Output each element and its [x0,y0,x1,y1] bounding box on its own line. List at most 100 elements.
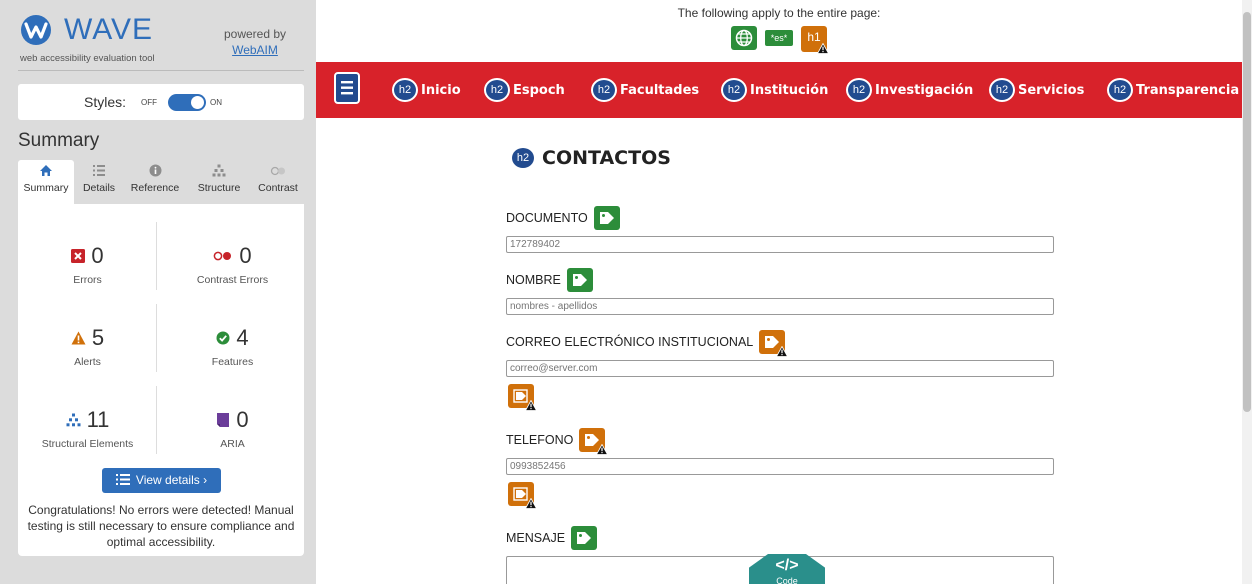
label-feature-icon[interactable] [571,526,598,550]
tab-contrast[interactable]: Contrast [252,160,304,204]
list-structure-icon[interactable] [334,72,360,104]
telefono-label: TELEFONO [506,428,609,455]
summary-panel: 0 Errors 0 Contrast Errors 5 Alerts 4 Fe… [18,204,304,556]
stat-errors[interactable]: 0 Errors [18,240,157,286]
structure-icon [66,413,81,427]
wave-logo-icon [21,15,51,45]
webaim-link[interactable]: WebAIM [210,42,300,58]
scrollbar-thumb[interactable] [1243,12,1251,412]
aria-label: ARIA [220,438,245,450]
stat-features[interactable]: 4 Features [163,322,302,368]
divider [18,70,304,71]
list-icon [115,474,130,485]
field-label-text: DOCUMENTO [506,211,588,225]
documento-input[interactable] [506,236,1054,253]
h2-badge: h2 [591,78,617,102]
input-alert-icon[interactable] [508,482,537,509]
tab-structure[interactable]: Structure [188,160,250,204]
stat-alerts[interactable]: 5 Alerts [18,322,157,368]
stat-contrast-errors[interactable]: 0 Contrast Errors [163,240,302,286]
h2-badge: h2 [510,146,536,170]
tab-summary[interactable]: Summary [18,160,74,204]
styles-toggle[interactable] [168,94,206,111]
tab-reference[interactable]: Reference [122,160,188,204]
view-details-button[interactable]: View details › [102,468,221,493]
nav-item-investigacion[interactable]: h2 Investigación [846,78,973,102]
nav-item-espoch[interactable]: h2 Espoch [484,78,565,102]
alerts-label: Alerts [74,356,101,368]
page-notice-text: The following apply to the entire page: [677,6,881,20]
alert-triangle-icon [817,43,829,54]
styles-toggle-box: Styles: OFF ON [18,84,304,120]
page-title-text: CONTACTOS [542,147,671,169]
label-feature-icon[interactable] [593,206,620,230]
mensaje-label: MENSAJE [506,526,598,550]
code-button-label: Code [776,576,798,584]
nav-item-facultades[interactable]: h2 Facultades [591,78,699,102]
nav-item-servicios[interactable]: h2 Servicios [989,78,1084,102]
stat-aria[interactable]: 0 ARIA [163,404,302,450]
nav-label: Inicio [421,82,461,98]
toggle-on-label: ON [210,98,222,107]
telefono-input[interactable] [506,458,1054,475]
features-count: 4 [236,325,249,351]
stat-structural[interactable]: 11 Structural Elements [18,404,157,450]
alert-triangle-icon [525,400,537,411]
nav-item-institucion[interactable]: h2 Institución [721,78,828,102]
view-details-label: View details › [135,473,208,487]
h2-badge: h2 [989,78,1015,102]
field-label-text: CORREO ELECTRÓNICO INSTITUCIONAL [506,335,754,349]
h2-badge: h2 [846,78,872,102]
tab-details[interactable]: Details [76,160,122,204]
contrast-errors-label: Contrast Errors [196,274,269,286]
page-scrollbar[interactable] [1242,0,1252,584]
h2-badge: h2 [1107,78,1133,102]
page-title: h2 CONTACTOS [510,146,671,170]
toggle-off-label: OFF [141,98,157,107]
alerts-count: 5 [91,325,105,351]
structure-icon [188,160,250,182]
nav-label: Espoch [513,82,565,98]
h2-badge: h2 [721,78,747,102]
features-label: Features [211,356,254,368]
alert-triangle-icon [525,498,537,509]
structural-label: Structural Elements [41,438,134,450]
field-label-text: TELEFONO [506,433,574,447]
tab-label: Details [82,182,116,194]
nombre-input[interactable] [506,298,1054,315]
correo-input[interactable] [506,360,1054,377]
info-icon [122,160,188,182]
h2-badge: h2 [484,78,510,102]
field-label-text: MENSAJE [506,531,566,545]
h1-missing-alert[interactable]: h1 [801,26,829,54]
wave-tabs: Summary Details Reference Structure Cont… [18,160,304,204]
tab-label: Summary [23,182,69,194]
h2-badge: h2 [392,78,418,102]
language-badge[interactable]: *es* [765,30,793,46]
tab-label: Structure [197,182,241,194]
nav-item-transparencia[interactable]: h2 Transparencia [1107,78,1239,102]
input-alert-icon[interactable] [508,384,537,411]
error-icon [71,249,86,264]
nav-label: Transparencia [1136,82,1240,98]
congrats-message: Congratulations! No errors were detected… [27,503,295,549]
alert-triangle-icon [596,444,609,455]
nav-item-inicio[interactable]: h2 Inicio [392,78,461,102]
feature-check-icon [216,331,230,345]
label-alert-icon[interactable] [759,330,789,357]
contrast-error-icon [214,251,232,261]
alert-triangle-icon [776,346,789,357]
tab-label: Contrast [258,182,298,194]
label-feature-icon[interactable] [566,268,593,292]
powered-by-text: powered by [223,27,287,41]
list-icon [76,160,122,182]
errors-label: Errors [73,274,102,286]
nav-label: Servicios [1018,82,1085,98]
alert-icon [71,331,86,345]
language-globe-icon[interactable] [731,26,757,50]
label-alert-icon[interactable] [579,428,609,455]
nav-label: Facultades [620,82,700,98]
wave-sidebar: WAVE web accessibility evaluation tool p… [0,0,316,584]
language-badge-label: *es* [770,33,788,43]
nav-label: Investigación [875,82,974,98]
